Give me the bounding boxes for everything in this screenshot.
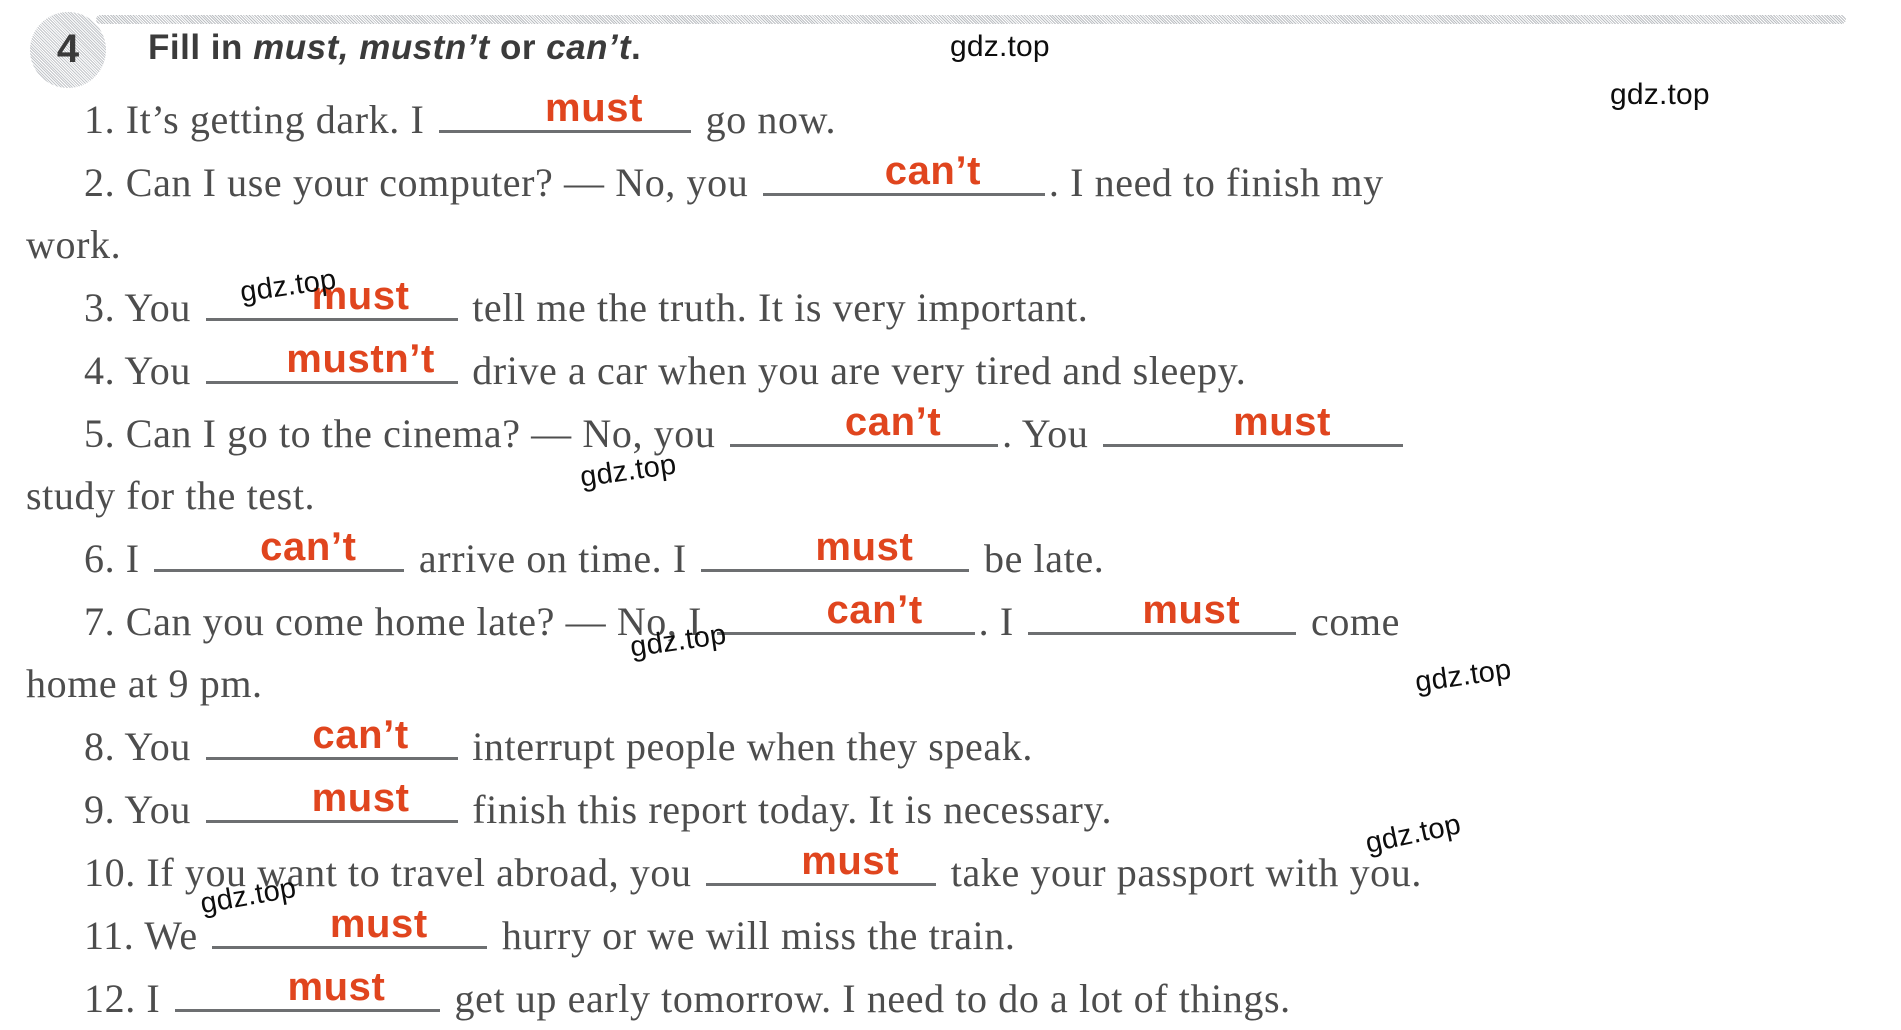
answer-blank[interactable]: must — [205, 776, 458, 823]
answer-text: must — [815, 525, 914, 569]
title-prefix: Fill in — [148, 28, 254, 67]
answer-text: can’t — [826, 588, 923, 632]
item-text: You — [115, 787, 202, 832]
item-text: drive a car when you are very tired and … — [461, 348, 1247, 393]
answer-blank[interactable]: can’t — [730, 400, 999, 447]
answer-blank[interactable]: must — [439, 86, 692, 133]
exercise-title: Fill in must, mustn’t or can’t. — [148, 28, 641, 68]
header-rule — [96, 15, 1846, 24]
item-text: go now. — [695, 97, 837, 142]
answer-text: must — [1142, 588, 1241, 632]
answer-blank[interactable]: can’t — [716, 588, 975, 635]
item-text: You — [115, 724, 202, 769]
answer-text: can’t — [884, 149, 982, 193]
item-text: I — [115, 536, 151, 581]
item-text: You — [115, 348, 202, 393]
answer-text: must — [801, 839, 900, 883]
title-conjunction: or — [489, 28, 547, 67]
item-number: 10. — [84, 850, 136, 895]
item-number: 1. — [84, 97, 116, 142]
item-text: We — [134, 913, 209, 958]
item-text: Can I go to the cinema? — No, you — [115, 411, 727, 456]
item-text: arrive on time. I — [408, 536, 698, 581]
exercise-item: 3. You must tell me the truth. It is ver… — [0, 274, 1901, 339]
answer-text: must — [311, 776, 410, 820]
answer-text: must — [545, 86, 643, 130]
exercise-number-badge: 4 — [30, 12, 106, 88]
answer-blank[interactable]: must — [1103, 400, 1404, 447]
answer-blank[interactable]: must — [212, 902, 488, 949]
answer-text: can’t — [844, 400, 942, 444]
exercise-header: 4 Fill in must, mustn’t or can’t. — [0, 0, 1901, 96]
answer-text: must — [329, 902, 428, 946]
answer-text: can’t — [260, 525, 357, 569]
exercise-item: 7. Can you come home late? — No, I can’t… — [0, 588, 1901, 653]
item-number: 5. — [84, 411, 116, 456]
exercise-item: 6. I can’t arrive on time. I must be lat… — [0, 525, 1901, 590]
item-number: 4. — [84, 348, 116, 393]
exercise-item: 8. You can’t interrupt people when they … — [0, 713, 1901, 778]
answer-blank[interactable]: can’t — [205, 713, 458, 760]
item-number: 8. — [84, 724, 116, 769]
item-text: Can you come home late? — No, I — [115, 599, 713, 644]
item-text: You — [115, 285, 202, 330]
answer-blank[interactable]: mustn’t — [205, 337, 458, 384]
item-text: interrupt people when they speak. — [461, 724, 1033, 769]
exercise-items: 1. It’s getting dark. I must go now. 2. C… — [0, 86, 1901, 1030]
exercise-item: 12. I must get up early tomorrow. I need… — [0, 965, 1901, 1030]
exercise-item: 1. It’s getting dark. I must go now. — [0, 86, 1901, 151]
exercise-item: 9. You must finish this report today. It… — [0, 776, 1901, 841]
answer-text: must — [311, 274, 410, 318]
answer-text: must — [1233, 400, 1332, 444]
title-word-must: must, — [253, 28, 349, 67]
exercise-item: 10. If you want to travel abroad, you mu… — [0, 839, 1901, 904]
item-number: 7. — [84, 599, 116, 644]
answer-blank[interactable]: can’t — [762, 149, 1045, 196]
item-text: take your passport with you. — [940, 850, 1422, 895]
item-text: tell me the truth. It is very important. — [461, 285, 1089, 330]
item-number: 11. — [84, 913, 135, 958]
answer-blank[interactable]: must — [706, 839, 937, 886]
item-text: . I need to finish my — [1048, 160, 1384, 205]
exercise-number: 4 — [56, 27, 80, 71]
item-text: hurry or we will miss the train. — [491, 913, 1016, 958]
answer-blank[interactable]: must — [1028, 588, 1297, 635]
item-text: It’s getting dark. I — [115, 97, 436, 142]
exercise-item-continuation: study for the test. — [26, 473, 316, 518]
item-text: be late. — [973, 536, 1105, 581]
answer-text: must — [287, 965, 386, 1009]
item-text: . You — [1002, 411, 1100, 456]
exercise-item-continuation: home at 9 pm. — [26, 661, 263, 706]
title-word-cant: can’t — [546, 28, 631, 67]
exercise-item: 5. Can I go to the cinema? — No, you can… — [0, 400, 1901, 465]
item-number: 6. — [84, 536, 116, 581]
answer-text: mustn’t — [286, 337, 435, 381]
exercise-item: 2. Can I use your computer? — No, you ca… — [0, 149, 1901, 214]
exercise-item: 4. You mustn’t drive a car when you are … — [0, 337, 1901, 402]
title-space — [349, 28, 359, 67]
item-text: get up early tomorrow. I need to do a lo… — [443, 976, 1291, 1021]
answer-blank[interactable]: must — [205, 274, 458, 321]
item-number: 9. — [84, 787, 116, 832]
item-number: 2. — [84, 160, 116, 205]
item-text: I — [135, 976, 171, 1021]
exercise-item: 11. We must hurry or we will miss the tr… — [0, 902, 1901, 967]
item-text: Can I use your computer? — No, you — [115, 160, 759, 205]
title-suffix: . — [631, 28, 642, 67]
answer-blank[interactable]: can’t — [154, 525, 405, 572]
item-number: 12. — [84, 976, 136, 1021]
item-text: If you want to travel abroad, you — [135, 850, 703, 895]
item-number: 3. — [84, 285, 116, 330]
exercise-item-continuation: work. — [26, 222, 122, 267]
item-text: . I — [978, 599, 1025, 644]
answer-blank[interactable]: must — [701, 525, 970, 572]
item-text: finish this report today. It is necessar… — [461, 787, 1113, 832]
answer-text: can’t — [312, 713, 409, 757]
answer-blank[interactable]: must — [174, 965, 440, 1012]
title-word-mustnt: mustn’t — [359, 28, 490, 67]
item-text: come — [1300, 599, 1400, 644]
